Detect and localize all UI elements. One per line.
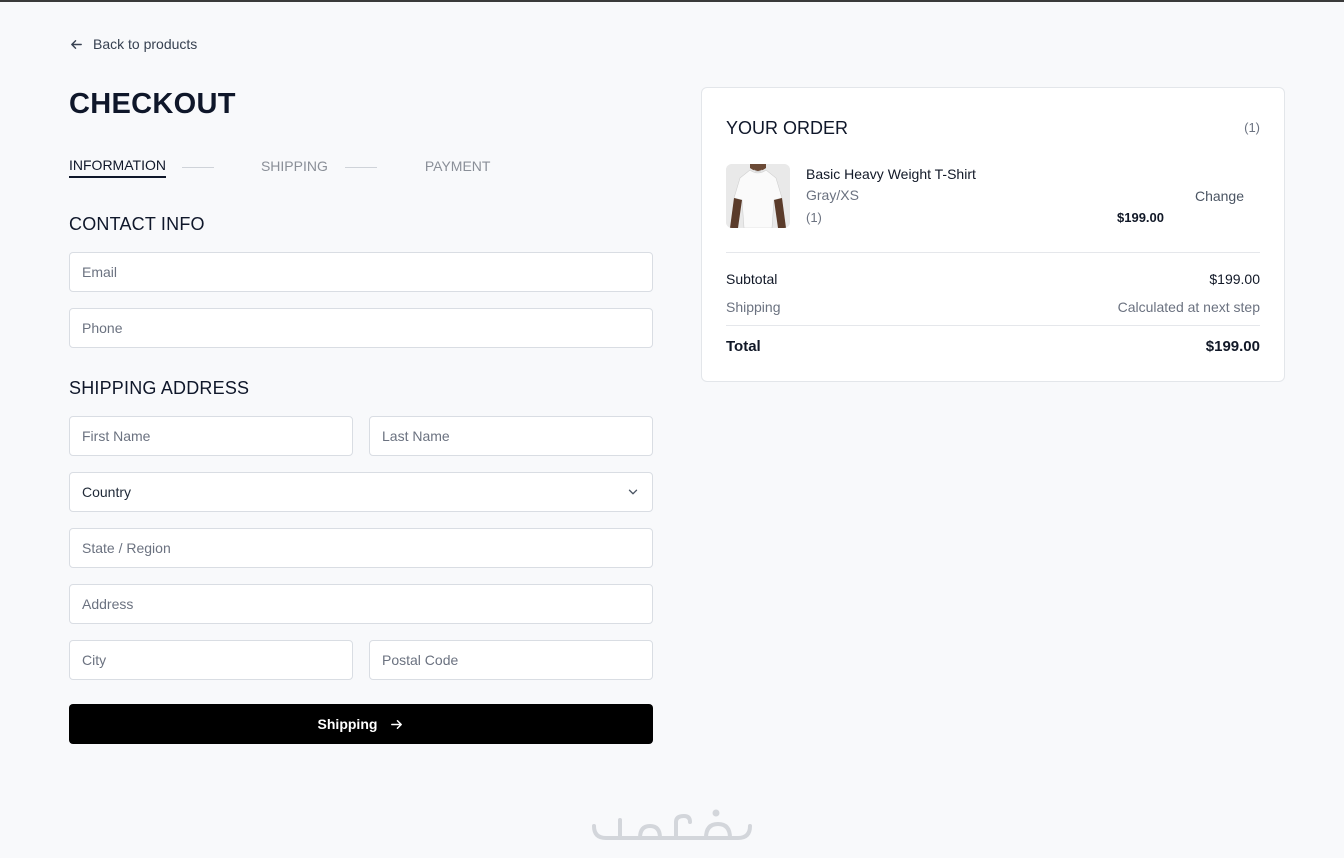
subtotal-label: Subtotal [726, 271, 778, 287]
change-item-button[interactable]: Change [1195, 188, 1244, 204]
chevron-down-icon [628, 489, 638, 495]
page-title: CHECKOUT [69, 88, 236, 120]
step-payment[interactable]: PAYMENT [425, 158, 491, 177]
order-summary-card: YOUR ORDER (1) Basic Heavy Weight T-Shir… [701, 87, 1285, 382]
first-name-field[interactable]: First Name [69, 416, 353, 456]
back-link-label: Back to products [93, 36, 198, 52]
total-divider [726, 325, 1260, 326]
shipping-button-label: Shipping [317, 716, 378, 732]
country-select[interactable]: Country [69, 472, 653, 512]
checkout-steps: INFORMATION SHIPPING PAYMENT [69, 157, 490, 178]
order-divider [726, 252, 1260, 253]
step-divider [344, 167, 377, 168]
contact-info-title: CONTACT INFO [69, 214, 205, 234]
postal-code-placeholder: Postal Code [382, 652, 459, 668]
postal-code-field[interactable]: Postal Code [369, 640, 653, 680]
continue-to-shipping-button[interactable]: Shipping [69, 704, 653, 744]
arrow-left-icon [71, 39, 82, 49]
address-field[interactable]: Address [69, 584, 653, 624]
phone-field[interactable]: Phone [69, 308, 653, 348]
order-item-count: (1) [1244, 120, 1260, 135]
shipping-row: Shipping Calculated at next step [726, 299, 1260, 315]
product-image [726, 164, 790, 228]
phone-placeholder: Phone [82, 320, 123, 336]
product-quantity: (1) [806, 210, 822, 225]
total-label: Total [726, 338, 761, 355]
watermark-logo [592, 809, 752, 840]
email-field[interactable]: Email [69, 252, 653, 292]
shipping-address-title: SHIPPING ADDRESS [69, 378, 250, 398]
total-value: $199.00 [1205, 338, 1260, 355]
order-title: YOUR ORDER [726, 118, 849, 138]
first-name-placeholder: First Name [82, 428, 151, 444]
shipping-label: Shipping [726, 299, 781, 315]
city-placeholder: City [82, 652, 107, 668]
arrow-right-icon [391, 719, 403, 729]
city-field[interactable]: City [69, 640, 353, 680]
state-region-placeholder: State / Region [82, 540, 171, 556]
country-value: Country [82, 484, 132, 500]
subtotal-row: Subtotal $199.00 [726, 271, 1260, 287]
step-shipping[interactable]: SHIPPING [261, 158, 328, 177]
shipping-value: Calculated at next step [1117, 299, 1260, 315]
product-price: $199.00 [1117, 210, 1164, 225]
step-divider [181, 167, 214, 168]
email-placeholder: Email [82, 264, 118, 280]
subtotal-value: $199.00 [1209, 271, 1260, 287]
address-placeholder: Address [82, 596, 134, 612]
last-name-placeholder: Last Name [382, 428, 450, 444]
state-region-field[interactable]: State / Region [69, 528, 653, 568]
product-name: Basic Heavy Weight T-Shirt [806, 166, 976, 182]
product-variant: Gray/XS [806, 187, 859, 203]
total-row: Total $199.00 [726, 338, 1260, 355]
step-information[interactable]: INFORMATION [69, 157, 166, 178]
last-name-field[interactable]: Last Name [369, 416, 653, 456]
back-to-products-link[interactable]: Back to products [69, 36, 197, 52]
